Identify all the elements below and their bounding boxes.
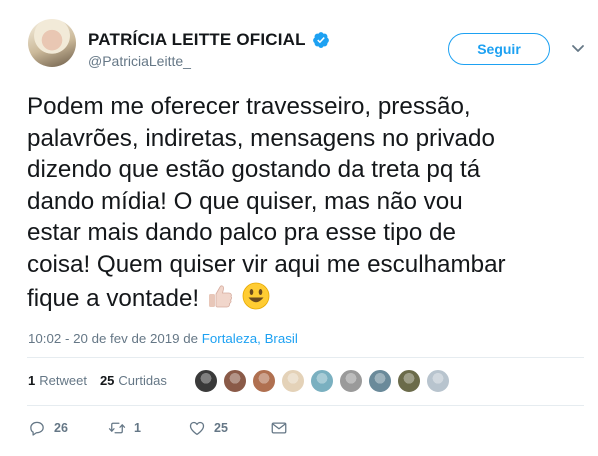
tweet-timestamp: 10:02 - 20 de fev de 2019 de Fortaleza, …	[28, 331, 298, 346]
likes-stat[interactable]: 25 Curtidas	[100, 373, 167, 388]
liker-avatar-4[interactable]	[281, 369, 305, 393]
reply-button[interactable]: 26	[28, 419, 108, 437]
verified-badge-icon	[312, 32, 329, 48]
divider	[27, 405, 584, 406]
retweet-count: 1	[134, 421, 141, 435]
engagement-stats: 1 Retweet 25 Curtidas	[28, 373, 180, 388]
display-name-text: PATRÍCIA LEITTE OFICIAL	[88, 30, 306, 49]
tweet-time-date[interactable]: 10:02 - 20 de fev de 2019 de	[28, 331, 202, 346]
liker-avatar-7[interactable]	[368, 369, 392, 393]
retweets-stat[interactable]: 1 Retweet	[28, 373, 87, 388]
liker-avatars	[194, 369, 455, 393]
tweet-text: Podem me oferecer travesseiro, pressão, …	[27, 93, 506, 312]
likes-count: 25	[99, 373, 115, 388]
tweet-body: Podem me oferecer travesseiro, pressão, …	[27, 91, 577, 314]
divider	[27, 357, 584, 358]
liker-avatar-5[interactable]	[310, 369, 334, 393]
profile-avatar[interactable]	[28, 19, 76, 67]
liker-avatar-3[interactable]	[252, 369, 276, 393]
liker-avatar-2[interactable]	[223, 369, 247, 393]
liker-avatar-1[interactable]	[194, 369, 218, 393]
envelope-icon	[271, 422, 287, 434]
direct-message-button[interactable]	[270, 419, 296, 437]
liker-avatar-8[interactable]	[397, 369, 421, 393]
smiley-icon	[242, 282, 270, 309]
likes-label: Curtidas	[118, 373, 167, 388]
retweets-count: 1	[28, 373, 36, 388]
author-handle[interactable]: @PatriciaLeitte_	[88, 53, 191, 69]
like-count: 25	[214, 421, 228, 435]
chevron-down-icon[interactable]	[570, 40, 586, 56]
follow-button[interactable]: Seguir	[448, 33, 550, 65]
retweet-icon	[108, 422, 126, 434]
tweet-location-link[interactable]: Fortaleza, Brasil	[202, 331, 298, 346]
retweets-label: Retweet	[39, 373, 87, 388]
retweet-button[interactable]: 1	[108, 419, 188, 437]
author-name[interactable]: PATRÍCIA LEITTE OFICIAL	[88, 30, 330, 50]
tweet-actions: 26 1 25	[28, 419, 296, 437]
liker-avatar-9[interactable]	[426, 369, 450, 393]
like-button[interactable]: 25	[188, 419, 270, 437]
reply-count: 26	[54, 421, 68, 435]
thumbs-up-icon	[209, 284, 233, 307]
reply-icon	[30, 421, 44, 436]
liker-avatar-6[interactable]	[339, 369, 363, 393]
heart-icon	[189, 421, 205, 436]
